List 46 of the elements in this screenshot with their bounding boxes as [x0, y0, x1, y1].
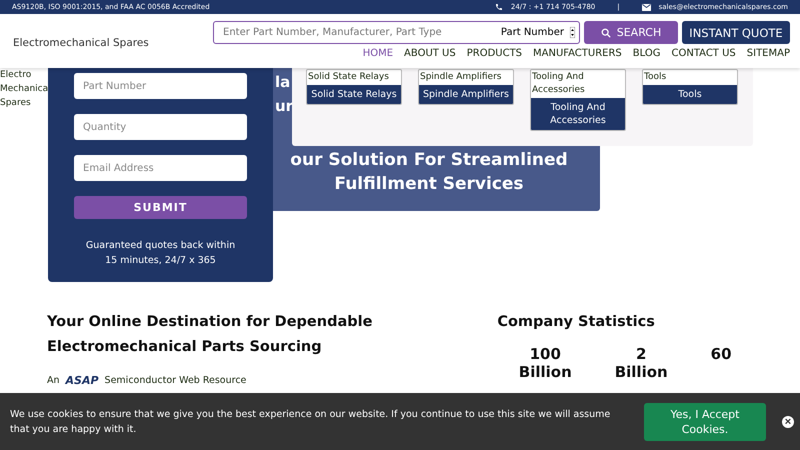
product-category-link[interactable]: Spindle Amplifiers — [419, 85, 513, 104]
search-type-select[interactable]: Part Number — [500, 27, 575, 38]
phone-icon — [494, 3, 503, 11]
search-icon — [600, 28, 611, 38]
logo-text: Electro — [0, 69, 32, 82]
nav-link[interactable]: ABOUT US — [404, 48, 456, 59]
nav-link[interactable]: CONTACT US — [671, 48, 736, 59]
intro-heading: Your Online Destination for Dependable Electromechanical Parts Sourcing — [47, 313, 374, 357]
search-button[interactable]: SEARCH — [584, 21, 678, 44]
nav-link[interactable]: SITEMAP — [746, 48, 790, 59]
nav-link[interactable]: BLOG — [632, 48, 660, 59]
stat-value: 2 Billion — [614, 345, 668, 381]
hero-text: ur — [275, 97, 294, 115]
input-field[interactable]: Part Number — [74, 73, 247, 99]
stat-value: 100 Billion — [518, 345, 572, 381]
broken-image-alt-text: Tooling And Accessories — [531, 70, 625, 98]
input-field[interactable]: Quantity — [74, 114, 247, 140]
input-field[interactable]: Email Address — [74, 155, 247, 181]
accept-cookies-button[interactable]: Yes, I Accept Cookies. — [644, 402, 766, 440]
spinner-arrows-icon — [570, 27, 575, 38]
envelope-icon — [642, 4, 651, 10]
site-logo[interactable]: Electromechanical Spares — [13, 37, 149, 49]
hero-title: our Solution For Streamlined Fulfillment Services — [289, 149, 569, 196]
nav-link[interactable]: PRODUCTS — [466, 48, 522, 59]
broken-image-alt-text: Spindle Amplifiers — [419, 70, 513, 85]
close-button[interactable]: × — [782, 416, 794, 428]
hero-text: la — [275, 73, 290, 91]
broken-image-alt-text: Tools — [643, 70, 737, 85]
logo-text: Spares — [0, 97, 32, 110]
stats-heading: Company Statistics — [497, 313, 656, 332]
cookie-message: We use cookies to ensure that we give you the best experience on our website. If you continue to use this site we will assume that you are happy with it. — [10, 408, 612, 436]
product-category-link[interactable]: Solid State Relays — [307, 85, 401, 104]
broken-image-alt-text: Solid State Relays — [307, 70, 401, 85]
nav-link[interactable]: MANUFACTURERS — [533, 48, 622, 59]
logo-text: Mechanica — [0, 83, 48, 96]
submit-button[interactable]: SUBMIT — [74, 196, 247, 219]
stat-value: 60 — [710, 345, 732, 365]
product-category-link[interactable]: Tools — [643, 85, 737, 104]
resource-prefix: An — [47, 375, 60, 386]
product-category-link[interactable]: Tooling And Accessories — [531, 98, 625, 130]
nav-link[interactable]: HOME — [362, 48, 394, 59]
instant-quote-button[interactable]: INSTANT QUOTE — [682, 21, 790, 44]
quote-note: Guaranteed quotes back within 15 minutes, 24/7 x 365 — [84, 239, 236, 268]
brand-logo: ASAP — [66, 374, 99, 387]
search-field[interactable]: Enter Part Number, Manufacturer, Part Type Part Number — [213, 21, 580, 44]
resource-text: Semiconductor Web Resource — [104, 375, 246, 386]
